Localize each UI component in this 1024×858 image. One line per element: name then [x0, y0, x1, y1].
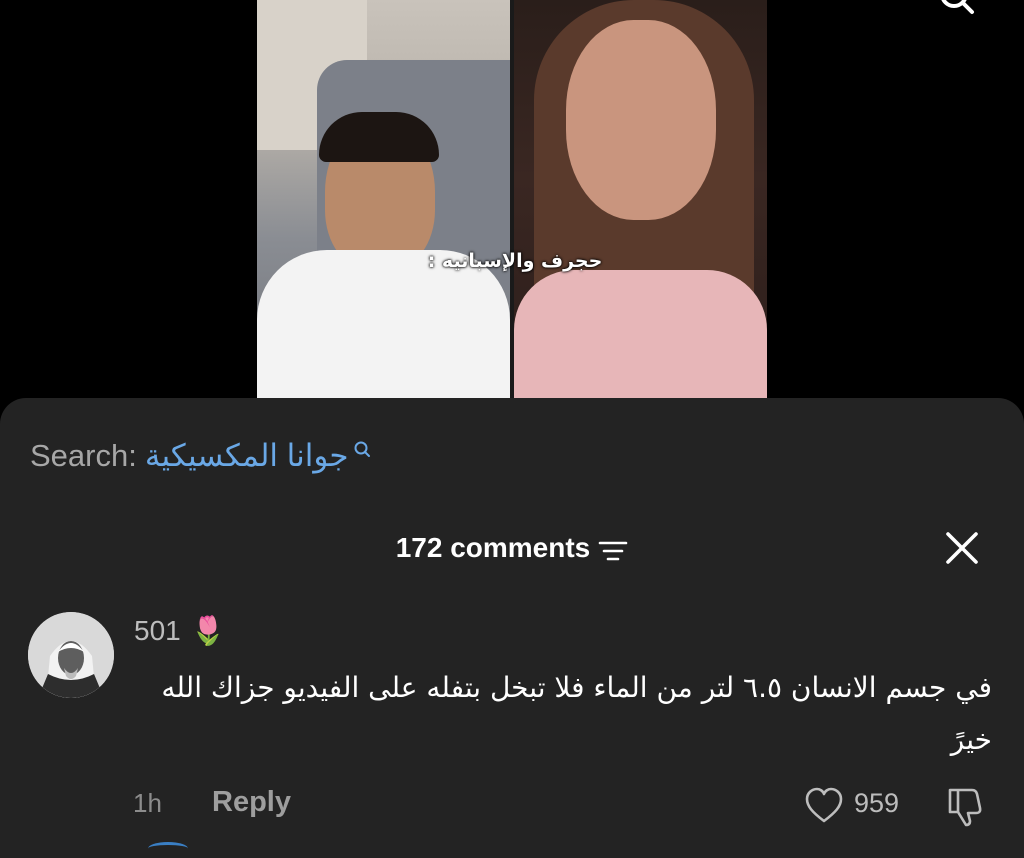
- comment-time: 1h: [133, 788, 162, 818]
- search-query-link[interactable]: جوانا المكسيكية: [145, 438, 349, 474]
- video-frame-left: [257, 0, 510, 398]
- search-mini-icon: [354, 441, 370, 457]
- video-frame-right: [514, 0, 767, 398]
- sort-filter-icon[interactable]: [598, 539, 628, 563]
- close-icon[interactable]: [944, 530, 980, 566]
- search-icon[interactable]: [936, 0, 976, 22]
- tulip-emoji: 🌷: [190, 615, 226, 646]
- username[interactable]: 501: [134, 615, 181, 647]
- comment-text: في جسم الانسان ٦.٥ لتر من الماء فلا تبخل…: [161, 671, 992, 756]
- reply-button[interactable]: Reply: [212, 786, 291, 819]
- like-count: 959: [854, 788, 900, 818]
- video-player[interactable]: حجرف والإسبانيه :: [0, 0, 1024, 400]
- avatar-portrait: [28, 612, 114, 698]
- next-comment-avatar-edge: [148, 842, 188, 855]
- search-label: Search:: [30, 438, 137, 473]
- heart-icon[interactable]: [804, 786, 844, 826]
- search-suggestion[interactable]: Search: جوانا المكسيكية: [30, 436, 371, 476]
- comments-header: 172 comments: [0, 528, 1024, 568]
- dislike-icon[interactable]: [944, 784, 988, 828]
- video-caption: حجرف والإسبانيه :: [427, 250, 603, 272]
- avatar[interactable]: [28, 612, 114, 698]
- comment-author[interactable]: 501 🌷: [134, 614, 226, 647]
- comments-count: 172 comments: [395, 532, 591, 563]
